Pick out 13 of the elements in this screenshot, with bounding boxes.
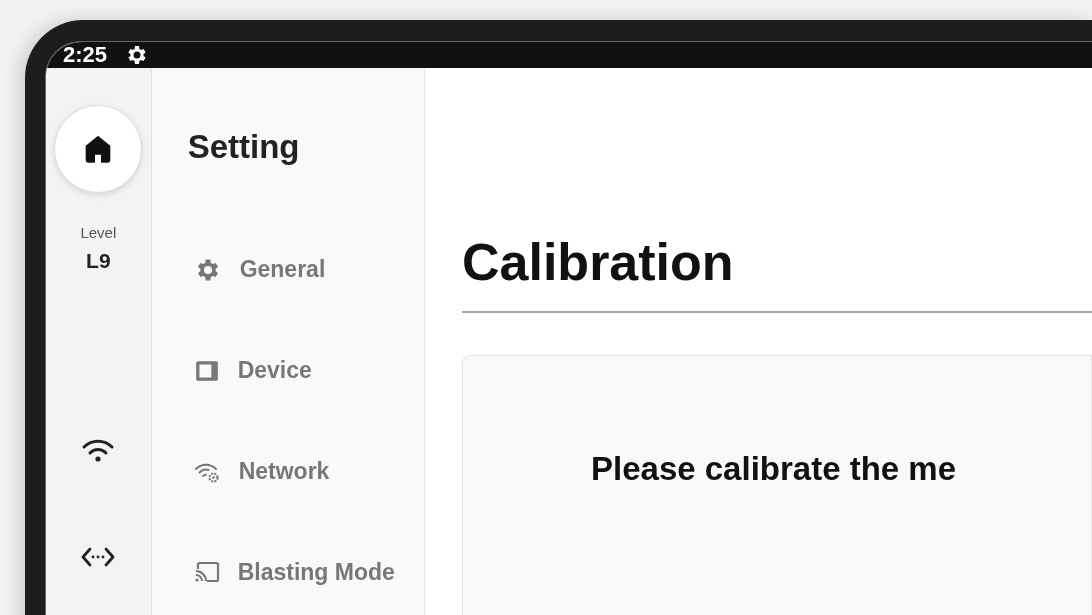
level-value: L9: [86, 249, 111, 273]
settings-title: Setting: [187, 128, 301, 166]
settings-menu-item[interactable]: Blasting Mode: [187, 556, 395, 589]
code-arrows-icon[interactable]: [81, 546, 116, 568]
settings-menu-item[interactable]: Network: [187, 455, 330, 488]
settings-menu-item[interactable]: Device: [187, 354, 312, 387]
calibration-message: Please calibrate the me: [591, 450, 958, 488]
settings-menu-item[interactable]: General: [187, 253, 326, 286]
clock-time: 2:25: [63, 42, 108, 68]
wifi-icon[interactable]: [81, 438, 116, 464]
level-label: Level: [80, 224, 117, 241]
page-title: Calibration: [462, 232, 735, 292]
cast-icon: [193, 560, 220, 585]
